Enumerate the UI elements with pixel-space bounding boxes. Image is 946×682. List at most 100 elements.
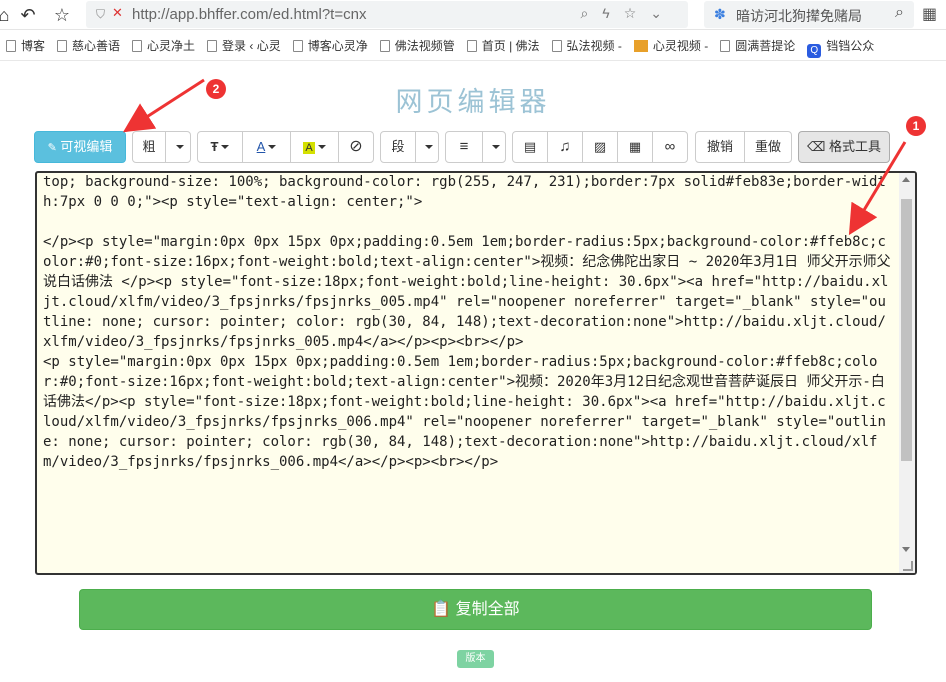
clear-format-icon: ⊘ [349,138,363,155]
paragraph-dropdown[interactable] [415,131,439,163]
scroll-thumb[interactable] [901,199,912,461]
document-icon [292,40,303,52]
bookmark-item[interactable]: 首页 | 佛法 [466,31,546,60]
format-tool-button[interactable]: ⌫ 格式工具 [798,131,890,163]
version-badge[interactable]: 版本 [457,650,494,668]
bookmark-label: 圆满菩提论 [735,39,796,53]
callout-1: 1 [906,116,926,136]
page-title: 网页编辑器 [395,87,551,118]
chevron-down-icon [175,145,184,149]
browser-toolbar: ⌂ ↶ ☆ ⛉ ✕ http://app.bhffer.com/ed.html?… [0,0,946,30]
bookmark-item[interactable]: 圆满菩提论 [720,31,801,60]
shield-icon: ⛉ [96,7,106,21]
align-center-icon: ≡ [459,138,469,155]
bookmark-label: 心灵视频 - [652,39,709,53]
chevron-down-icon [317,145,326,149]
bookmark-label: 弘法视频 - [566,39,622,53]
qrcode-icon: ▦ [628,139,642,154]
image-bookmark-icon [633,40,648,52]
bookmarks-bar: 博客 慈心善语 心灵净土 登录 ‹ 心灵 博客心灵净 佛法视频管 首页 | 佛法 弘法视频 -… [0,31,946,61]
chevron-down-icon [268,145,277,149]
grid-menu-icon[interactable]: ▦ [922,4,937,24]
bookmark-star-icon[interactable]: ☆ [50,3,74,27]
chevron-down-icon [221,145,230,149]
document-icon [720,40,731,52]
insert-qrcode-button[interactable]: ▦ [617,131,653,163]
resize-handle-icon[interactable] [903,561,913,571]
document-icon [57,40,68,52]
bookmark-item[interactable]: 慈心善语 [57,31,126,60]
image-icon: ▨ [593,139,607,154]
redo-button[interactable]: 重做 [744,131,792,163]
insert-audio-button[interactable]: ♫ [547,131,583,163]
bookmark-item[interactable]: 心灵视频 - [633,31,714,60]
url-text[interactable]: http://app.bhffer.com/ed.html?t=cnx [132,6,366,23]
align-button[interactable]: ≡ [445,131,483,163]
favorite-star-icon[interactable]: ☆ [624,5,651,21]
format-tool-label: 格式工具 [829,139,882,154]
visual-edit-label: 可视编辑 [60,139,113,154]
address-bar[interactable]: ⛉ ✕ http://app.bhffer.com/ed.html?t=cnx … [86,1,688,28]
copy-all-label: 复制全部 [455,601,520,618]
scroll-down-icon[interactable] [902,547,910,552]
document-icon [207,40,218,52]
font-size-button[interactable]: Ŧ [197,131,243,163]
bookmark-item[interactable]: 博客 [6,31,51,60]
editor-toolbar: ✎ 可视编辑 粗 Ŧ A A ⊘ 段 ≡ ▤ ♫ ▨ ▦ ∞ 撤销 重做 ⌫ 格… [34,131,914,163]
bookmark-label: 博客 [21,39,46,53]
link-icon: ∞ [664,138,676,155]
highlight-icon: A [303,142,315,154]
bookmark-item[interactable]: 佛法视频管 [379,31,461,60]
editor-scrollbar[interactable] [899,173,915,573]
back-icon[interactable]: ↶ [16,3,40,27]
callout-2: 2 [206,79,226,99]
insert-link-button[interactable]: ∞ [652,131,688,163]
bookmark-label: 心灵净土 [147,39,196,53]
bold-dropdown[interactable] [165,131,191,163]
search-page-icon[interactable]: ⌕ [580,5,602,21]
insecure-icon: ✕ [112,5,123,20]
chevron-down-icon [424,145,433,149]
align-dropdown[interactable] [482,131,506,163]
eraser-icon: ⌫ [806,139,826,154]
app-bookmark-icon: Q [807,44,822,58]
bookmark-item[interactable]: 博客心灵净 [292,31,374,60]
chevron-down-icon[interactable]: ⌄ [650,5,676,21]
bold-button[interactable]: 粗 [132,131,166,163]
document-icon [132,40,143,52]
paragraph-button[interactable]: 段 [380,131,416,163]
bookmark-item[interactable]: 登录 ‹ 心灵 [207,31,287,60]
bookmark-item[interactable]: 弘法视频 - [551,31,628,60]
document-icon [6,40,16,52]
paragraph-label: 段 [391,139,405,154]
lightning-icon[interactable]: ϟ [602,5,623,21]
document-icon [551,40,562,52]
bookmark-label: 慈心善语 [72,39,121,53]
insert-image-button[interactable]: ▨ [582,131,618,163]
search-icon[interactable]: ⌕ [895,4,904,22]
bookmark-label: 博客心灵净 [307,39,368,53]
undo-button[interactable]: 撤销 [695,131,745,163]
editor-content[interactable]: top; background-size: 100%; background-c… [43,173,893,472]
bookmark-label: 登录 ‹ 心灵 [222,39,281,53]
font-color-icon: A [256,139,266,154]
home-icon[interactable]: ⌂ [0,3,16,27]
music-icon: ♫ [559,138,571,155]
scroll-up-icon[interactable] [902,177,910,182]
bookmark-item[interactable]: Q 铛铛公众 [807,31,880,60]
insert-video-button[interactable]: ▤ [512,131,548,163]
bookmark-label: 铛铛公众 [826,39,875,53]
highlight-color-button[interactable]: A [290,131,339,163]
bold-label: 粗 [142,139,156,154]
font-color-button[interactable]: A [242,131,291,163]
html-source-editor[interactable]: top; background-size: 100%; background-c… [35,171,917,575]
font-size-icon: Ŧ [210,139,219,154]
clear-format-button[interactable]: ⊘ [338,131,374,163]
bookmark-item[interactable]: 心灵净土 [132,31,201,60]
baidu-paw-icon: ✽ [714,6,726,22]
search-suggestion[interactable]: 暗访河北狗撵免赌局 [736,6,862,26]
document-icon [379,40,390,52]
visual-edit-button[interactable]: ✎ 可视编辑 [34,131,126,163]
browser-search-box[interactable]: ✽ 暗访河北狗撵免赌局 ⌕ [704,1,914,28]
copy-all-button[interactable]: 📋 复制全部 [79,589,872,630]
